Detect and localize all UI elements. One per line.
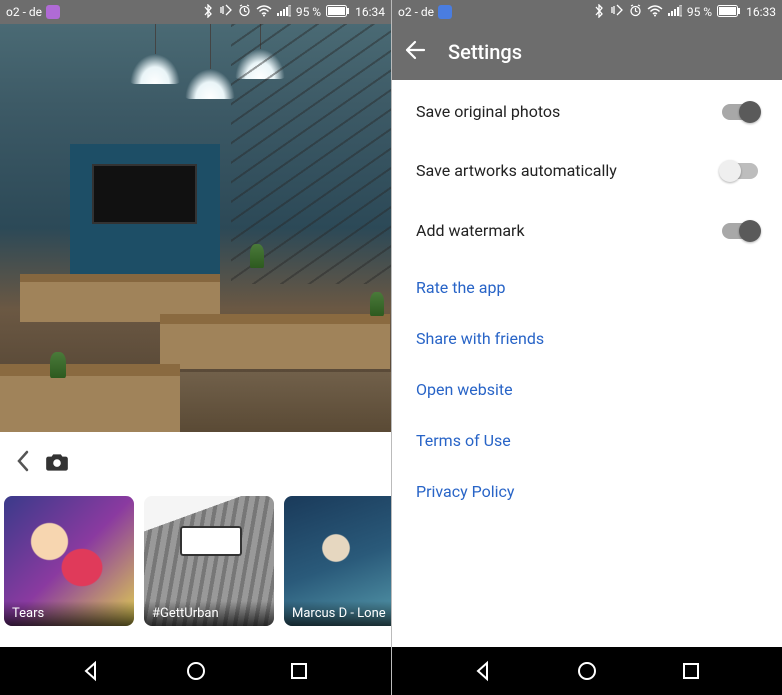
setting-save-original[interactable]: Save original photos: [392, 80, 782, 143]
toggle-switch[interactable]: [722, 163, 758, 179]
back-arrow-icon[interactable]: [404, 39, 426, 65]
setting-label: Add watermark: [416, 221, 722, 240]
clock-label: 16:33: [746, 5, 776, 19]
status-bar: o2 - de 95 %: [392, 0, 782, 24]
setting-add-watermark[interactable]: Add watermark: [392, 199, 782, 262]
filter-label: Marcus D - Lone: [284, 601, 391, 626]
toggle-switch[interactable]: [722, 104, 758, 120]
filter-thumb[interactable]: Tears: [4, 496, 134, 626]
notification-badge-icon: [438, 5, 452, 19]
nav-home-icon[interactable]: [575, 659, 599, 683]
notification-badge-icon: [46, 5, 60, 19]
link-label: Terms of Use: [416, 431, 758, 450]
phone-left: o2 - de 95 %: [0, 0, 391, 695]
wifi-icon: [647, 5, 663, 20]
signal-icon: [668, 5, 682, 20]
carrier-label: o2 - de: [6, 5, 42, 19]
vibrate-icon: [219, 4, 233, 21]
nav-back-icon[interactable]: [472, 659, 496, 683]
link-open-website[interactable]: Open website: [392, 364, 782, 415]
bluetooth-icon: [202, 4, 214, 21]
bluetooth-icon: [593, 4, 605, 21]
vibrate-icon: [610, 4, 624, 21]
page-title: Settings: [448, 40, 522, 64]
photo-preview[interactable]: [0, 24, 391, 432]
filter-label: #GettUrban: [144, 601, 274, 626]
link-share[interactable]: Share with friends: [392, 313, 782, 364]
nav-bar: [0, 647, 391, 695]
link-label: Share with friends: [416, 329, 758, 348]
setting-label: Save original photos: [416, 102, 722, 121]
clock-label: 16:34: [355, 5, 385, 19]
wifi-icon: [256, 5, 272, 20]
signal-icon: [277, 5, 291, 20]
link-label: Privacy Policy: [416, 482, 758, 501]
back-button[interactable]: [16, 450, 30, 478]
filter-brand: Gett: [186, 532, 227, 548]
alarm-icon: [629, 4, 642, 20]
toolbar: [0, 432, 391, 496]
filter-thumb[interactable]: Gett #GettUrban: [144, 496, 274, 626]
phone-right: o2 - de 95 %: [391, 0, 782, 695]
link-label: Open website: [416, 380, 758, 399]
nav-bar: [392, 647, 782, 695]
battery-label: 95 %: [296, 5, 321, 19]
camera-icon[interactable]: [44, 449, 70, 479]
battery-icon: [717, 5, 741, 20]
nav-recent-icon[interactable]: [287, 659, 311, 683]
toggle-switch[interactable]: [722, 223, 758, 239]
status-bar: o2 - de 95 %: [0, 0, 391, 24]
nav-recent-icon[interactable]: [679, 659, 703, 683]
filter-thumb[interactable]: Marcus D - Lone: [284, 496, 391, 626]
filter-strip[interactable]: Tears Gett #GettUrban Marcus D - Lone: [0, 496, 391, 631]
nav-home-icon[interactable]: [184, 659, 208, 683]
carrier-label: o2 - de: [398, 5, 434, 19]
app-bar: Settings: [392, 24, 782, 80]
link-label: Rate the app: [416, 278, 758, 297]
link-terms[interactable]: Terms of Use: [392, 415, 782, 466]
filter-label: Tears: [4, 601, 134, 626]
settings-list[interactable]: Save original photos Save artworks autom…: [392, 80, 782, 647]
battery-icon: [326, 5, 350, 20]
battery-label: 95 %: [687, 5, 712, 19]
link-rate-app[interactable]: Rate the app: [392, 262, 782, 313]
spacer: [0, 631, 391, 647]
link-privacy[interactable]: Privacy Policy: [392, 466, 782, 517]
nav-back-icon[interactable]: [80, 659, 104, 683]
alarm-icon: [238, 4, 251, 20]
setting-save-artworks[interactable]: Save artworks automatically: [392, 143, 782, 199]
setting-label: Save artworks automatically: [416, 161, 722, 181]
